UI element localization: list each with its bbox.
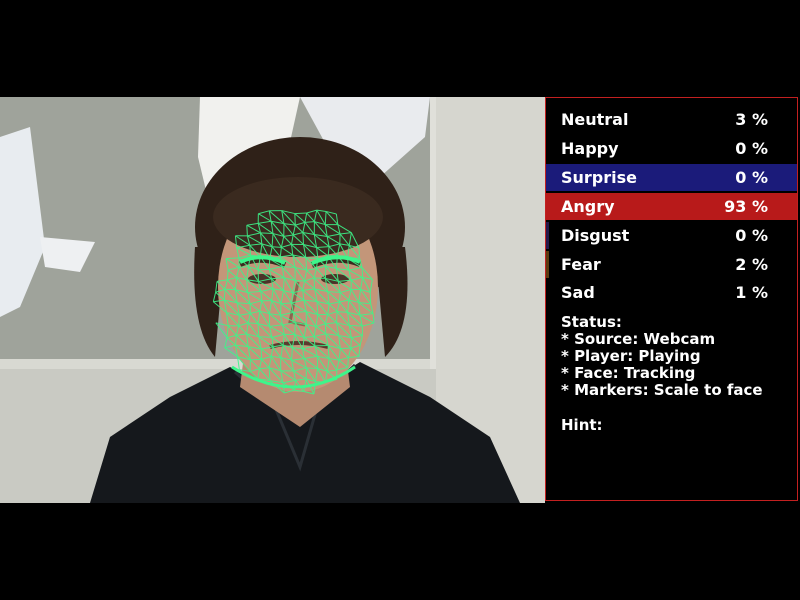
emotion-label: Surprise xyxy=(561,168,638,187)
emotion-row-surprise: Surprise 0 % xyxy=(546,164,797,191)
status-markers: * Markers: Scale to face xyxy=(561,381,763,399)
mesh-edge xyxy=(226,270,229,280)
mesh-edge xyxy=(279,303,282,316)
mesh-edge xyxy=(268,367,271,381)
mesh-edge xyxy=(223,289,226,301)
emotion-percent: 2 % xyxy=(735,255,768,274)
emotion-label: Angry xyxy=(561,197,615,216)
emotion-label: Neutral xyxy=(561,110,629,129)
status-face: * Face: Tracking xyxy=(561,364,696,382)
emotion-bar xyxy=(546,251,549,278)
mesh-edge xyxy=(294,322,296,335)
webcam-video-feed xyxy=(0,97,545,503)
mesh-edge xyxy=(238,315,240,326)
emotion-label: Fear xyxy=(561,255,601,274)
status-source: * Source: Webcam xyxy=(561,330,716,348)
mesh-edge xyxy=(350,337,352,349)
mesh-edge xyxy=(347,357,349,368)
emotion-row-fear: Fear 2 % xyxy=(546,251,797,278)
emotion-bar xyxy=(546,222,549,249)
mesh-edge xyxy=(302,232,304,245)
emotion-label: Disgust xyxy=(561,226,630,245)
hint-label: Hint: xyxy=(561,416,603,434)
mesh-edge xyxy=(306,367,318,369)
emotion-percent: 0 % xyxy=(735,168,768,187)
status-player: * Player: Playing xyxy=(561,347,701,365)
mesh-edge xyxy=(358,247,361,259)
mesh-edge xyxy=(238,266,249,268)
mesh-edge xyxy=(336,311,338,323)
webcam-frame xyxy=(0,97,545,503)
emotion-row-happy: Happy 0 % xyxy=(546,135,797,162)
emotion-row-angry: Angry 93 % xyxy=(546,193,797,220)
emotion-row-disgust: Disgust 0 % xyxy=(546,222,797,249)
status-title: Status: xyxy=(561,313,622,331)
mesh-edge xyxy=(294,212,307,215)
mesh-edge xyxy=(246,225,248,236)
status-section: Status: * Source: Webcam * Player: Playi… xyxy=(561,314,793,399)
emotion-percent: 0 % xyxy=(735,226,768,245)
emotion-percent: 0 % xyxy=(735,139,768,158)
emotion-label: Sad xyxy=(561,283,595,302)
emotion-row-neutral: Neutral 3 % xyxy=(546,106,797,133)
mesh-edge xyxy=(258,336,272,338)
emotion-analysis-panel: Neutral 3 % Happy 0 % Surprise 0 % Angry… xyxy=(545,97,798,501)
mesh-edge xyxy=(361,267,364,278)
mesh-edge xyxy=(260,232,274,235)
emotion-percent: 3 % xyxy=(735,110,768,129)
mesh-edge xyxy=(305,257,308,271)
emotion-percent: 1 % xyxy=(735,283,768,302)
mesh-edge xyxy=(272,246,282,248)
emotion-label: Happy xyxy=(561,139,619,158)
emotion-percent: 93 % xyxy=(724,197,768,216)
emotion-row-sad: Sad 1 % xyxy=(546,279,797,306)
mesh-edge xyxy=(280,302,292,305)
